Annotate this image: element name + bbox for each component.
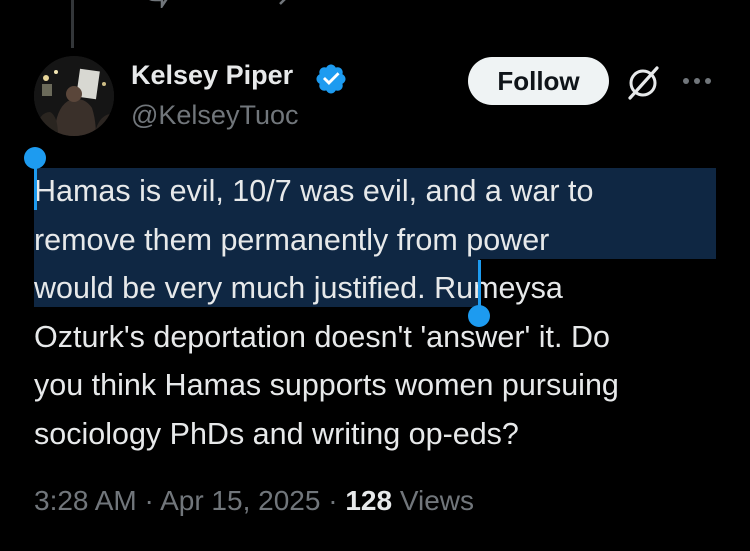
views-icon[interactable] [500,0,530,8]
thread-connector-line [71,0,74,48]
bookmark-icon[interactable] [622,0,652,8]
grok-icon[interactable] [624,64,662,102]
author-display-name[interactable]: Kelsey Piper [131,60,293,91]
views-count: 128 [345,485,393,516]
tweet-metadata: 3:28 AM · Apr 15, 2025 · 128 Views [34,485,474,517]
like-icon[interactable] [380,0,410,8]
author-handle[interactable]: @KelseyTuoc [131,100,298,131]
previous-tweet-action-bar [0,0,750,8]
avatar[interactable] [34,56,114,136]
avatar-photo [34,56,114,136]
views-label: Views [399,485,474,516]
tweet-text-line: you think Hamas supports women pursuing [34,368,619,402]
selection-start-caret [34,164,37,210]
tweet-time[interactable]: 3:28 AM [34,485,137,516]
tweet-date[interactable]: Apr 15, 2025 [160,485,320,516]
tweet-text-line: sociology PhDs and writing op-eds? [34,416,519,451]
selection-end-handle[interactable] [468,305,490,327]
verified-badge-icon[interactable] [314,62,348,96]
share-icon[interactable] [682,0,712,8]
follow-button[interactable]: Follow [468,57,609,105]
tweet-text-line: Hamas is evil, 10/7 was evil, and a war … [34,174,594,208]
reply-icon[interactable] [140,0,170,8]
more-icon[interactable] [680,66,714,96]
meta-separator: · [328,485,338,516]
tweet-text-line: remove them permanently from power [34,222,550,257]
meta-separator: · [144,485,154,516]
repost-icon[interactable] [262,0,292,8]
tweet-text-line: Ozturk's deportation doesn't 'answer' it… [34,319,610,354]
tweet-text-line: would be very much justified. Rumeysa [34,271,563,305]
tweet-text[interactable]: Hamas is evil, 10/7 was evil, and a war … [34,167,724,458]
selection-end-caret [478,260,481,310]
